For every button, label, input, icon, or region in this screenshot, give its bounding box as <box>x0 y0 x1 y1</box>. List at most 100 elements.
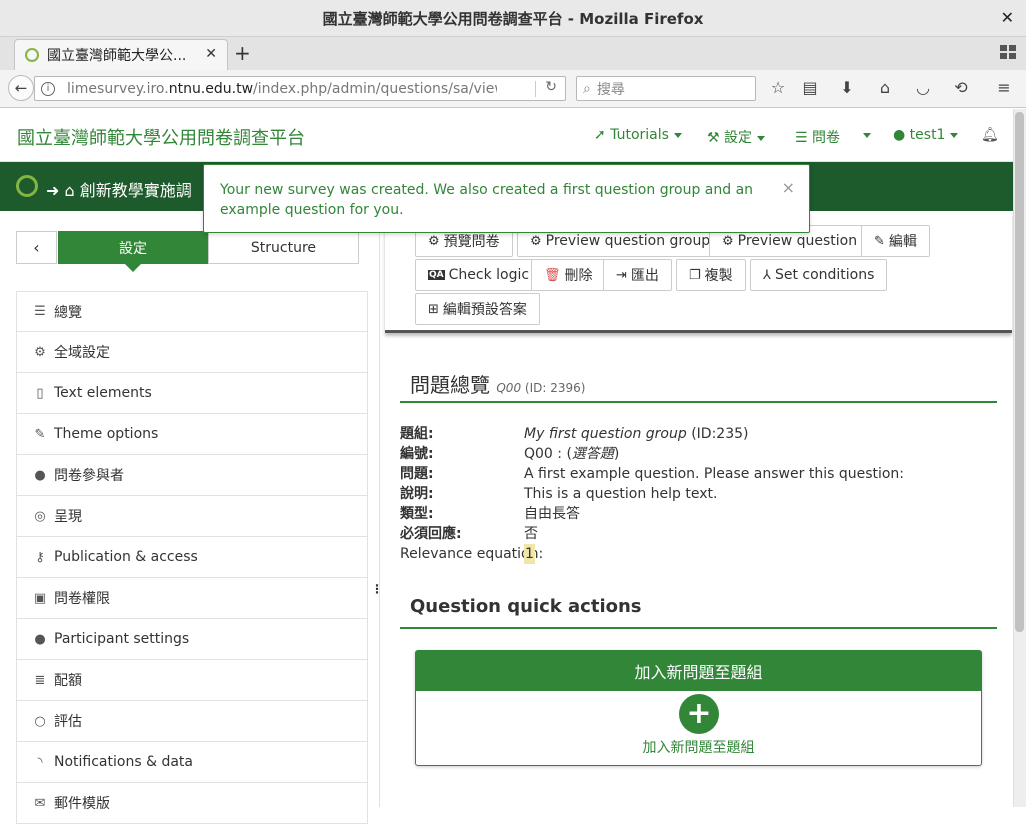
copy-button[interactable]: ❐ 複製 <box>676 259 746 291</box>
conditions-icon: ⅄ <box>763 267 771 283</box>
lock-icon: ▣ <box>33 590 47 606</box>
tab-strip: 國立臺灣師範大學公... ✕ + <box>0 37 1026 70</box>
arrow-left-icon: ← <box>14 79 28 97</box>
sidebar-item-text-elements[interactable]: ▯ Text elements <box>16 373 368 414</box>
question-code: Q00 <box>496 381 522 395</box>
window-titlebar: 國立臺灣師範大學公用問卷調查平台 - Mozilla Firefox ✕ <box>0 0 1026 37</box>
quick-actions-divider <box>400 627 997 629</box>
chevron-left-icon: ‹ <box>33 238 40 257</box>
sidebar-menu: ☰ 總覽 ⚙ 全域設定 ▯ Text elements ✎ Theme options … <box>16 291 368 824</box>
question-overview-title: 問題總覽 Q00 (ID: 2396) <box>410 373 586 397</box>
app-brand[interactable]: 國立臺灣師範大學公用問卷調查平台 <box>17 124 305 150</box>
cog-icon: ⚙ <box>530 233 542 249</box>
plus-circle-icon[interactable]: + <box>679 694 719 734</box>
surveys-menu[interactable]: ☰ 問卷 <box>795 127 840 147</box>
user-menu[interactable]: ● test1 <box>893 127 959 143</box>
list-icon: ☰ <box>34 304 46 319</box>
sidebar-item-permissions[interactable]: ▣ 問卷權限 <box>16 578 368 619</box>
users-icon: ● <box>34 631 46 647</box>
export-icon: ⇥ <box>616 267 627 283</box>
tasks-icon: ≣ <box>34 672 46 688</box>
export-button[interactable]: ⇥ 匯出 <box>603 259 672 291</box>
sidebar-item-quotas[interactable]: ≣ 配額 <box>16 660 368 701</box>
sidebar-item-participant-settings[interactable]: ● Participant settings <box>16 619 368 660</box>
page-scrollbar-thumb[interactable] <box>1015 112 1024 632</box>
sidebar-item-notifications[interactable]: ◝ Notifications & data <box>16 742 368 783</box>
tutorials-menu[interactable]: ➚ Tutorials <box>594 127 682 143</box>
eye-slash-icon: ◎ <box>34 508 46 524</box>
relevance-value: 1 <box>524 544 535 564</box>
delete-button[interactable]: 🗑︎ 刪除 <box>531 259 606 291</box>
check-logic-button[interactable]: QA Check logic <box>415 259 543 291</box>
limesurvey-logo-icon <box>16 175 38 197</box>
alert-text: Your new survey was created. We also cre… <box>220 182 754 218</box>
alert-close-button[interactable]: × <box>782 178 795 198</box>
tab-structure[interactable]: Structure <box>208 231 359 264</box>
user-icon: ● <box>34 467 46 483</box>
rss-icon: ◝ <box>37 754 43 770</box>
rocket-icon: ➚ <box>594 127 606 143</box>
window-title: 國立臺灣師範大學公用問卷調查平台 - Mozilla Firefox <box>322 9 704 28</box>
pencil-icon: ✎ <box>874 233 885 249</box>
add-question-card-header: 加入新問題至題組 <box>416 651 981 691</box>
trash-icon: 🗑︎ <box>544 267 561 283</box>
tab-close-icon[interactable]: ✕ <box>205 46 217 62</box>
question-details: 題組: My first question group (ID:235) 編號: Q… <box>400 426 905 564</box>
hamburger-menu-icon[interactable]: ≡ <box>993 78 1015 97</box>
sidebar-item-email-templates[interactable]: ✉ 郵件模版 <box>16 783 368 824</box>
check-logic-icon: QA <box>428 270 445 280</box>
envelope-icon: ✉ <box>34 795 46 811</box>
search-input[interactable]: ⌕ 搜尋 <box>576 76 756 101</box>
new-tab-button[interactable]: + <box>234 41 251 65</box>
bookmark-star-icon[interactable]: ☆ <box>767 78 789 97</box>
key-icon: ⚷ <box>35 549 45 565</box>
sidebar-item-participants[interactable]: ● 問卷參與者 <box>16 455 368 496</box>
reader-list-icon[interactable]: ▤ <box>799 78 821 97</box>
search-icon: ⌕ <box>583 80 591 97</box>
limesurvey-favicon-icon <box>25 48 39 62</box>
comment-icon: ○ <box>34 713 46 729</box>
info-icon[interactable]: i <box>41 81 55 96</box>
add-question-card[interactable]: 加入新問題至題組 + 加入新問題至題組 <box>415 650 982 766</box>
overview-divider <box>400 401 997 403</box>
success-alert: Your new survey was created. We also cre… <box>203 164 810 233</box>
edit-button[interactable]: ✎ 編輯 <box>861 225 930 257</box>
home-icon[interactable]: ⌂ <box>874 78 896 97</box>
edit-default-answers-button[interactable]: ⊞ 編輯預設答案 <box>415 293 540 325</box>
sidebar-collapse-button[interactable]: ‹ <box>16 231 57 264</box>
browser-tab[interactable]: 國立臺灣師範大學公... ✕ <box>14 39 228 70</box>
browser-tab-title: 國立臺灣師範大學公... <box>47 48 187 64</box>
download-icon[interactable]: ⬇ <box>836 78 858 97</box>
sidebar-item-presentation[interactable]: ◎ 呈現 <box>16 496 368 537</box>
cog-icon: ⚙ <box>722 233 734 249</box>
user-icon: ● <box>893 127 906 143</box>
sync-icon[interactable]: ⟲ <box>950 78 972 97</box>
sidebar-item-overview[interactable]: ☰ 總覽 <box>16 291 368 332</box>
settings-menu[interactable]: ⚒ 設定 <box>707 127 766 147</box>
breadcrumb[interactable]: ➜ ⌂ 創新教學實施調 <box>46 177 192 201</box>
url-bar[interactable]: i limesurvey.iro.ntnu.edu.tw/index.php/a… <box>34 76 566 101</box>
copy-icon: ❐ <box>689 267 701 283</box>
sidebar-item-general-settings[interactable]: ⚙ 全域設定 <box>16 332 368 373</box>
tab-overview-icon[interactable] <box>1000 45 1016 59</box>
add-question-card-label[interactable]: 加入新問題至題組 <box>416 737 981 757</box>
question-id: (ID: 2396) <box>524 381 586 395</box>
reload-icon[interactable]: ↻ <box>545 79 557 95</box>
sidebar-resize-handle[interactable]: ⋮ <box>371 582 383 596</box>
bell-icon[interactable]: 🔔︎ <box>981 127 999 143</box>
url-text[interactable]: limesurvey.iro.ntnu.edu.tw/index.php/adm… <box>67 81 497 97</box>
surveys-dropdown-toggle[interactable] <box>858 127 871 143</box>
window-close-button[interactable]: ✕ <box>1001 8 1014 27</box>
sidebar-item-publication-access[interactable]: ⚷ Publication & access <box>16 537 368 578</box>
wrench-icon: ⚒ <box>707 130 720 146</box>
set-conditions-button[interactable]: ⅄ Set conditions <box>750 259 888 291</box>
sidebar-item-theme-options[interactable]: ✎ Theme options <box>16 414 368 455</box>
file-text-icon: ▯ <box>36 385 44 401</box>
cog-icon: ⚙ <box>428 233 440 249</box>
sidebar-item-assessments[interactable]: ○ 評估 <box>16 701 368 742</box>
back-button[interactable]: ← <box>8 75 34 101</box>
pocket-icon[interactable]: ◡ <box>912 78 934 97</box>
tab-settings[interactable]: 設定 <box>58 231 208 272</box>
paint-brush-icon: ✎ <box>34 426 46 442</box>
cogs-icon: ⚙ <box>34 344 46 360</box>
